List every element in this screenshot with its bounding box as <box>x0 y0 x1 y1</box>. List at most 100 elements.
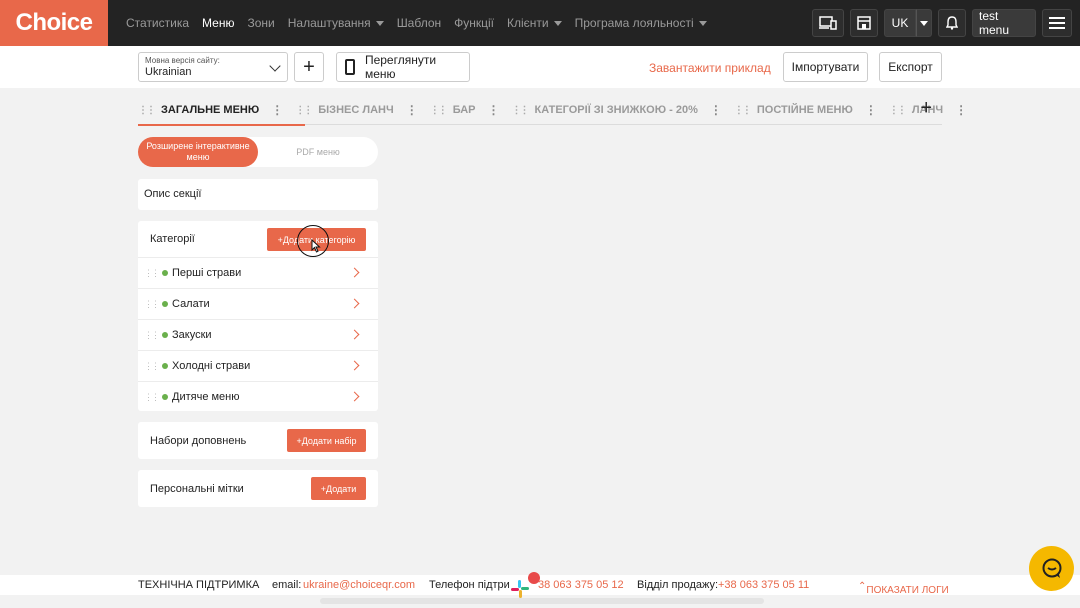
drag-handle-icon[interactable]: ⋮⋮ <box>144 361 160 372</box>
nav-item-statistics[interactable]: Статистика <box>126 16 189 30</box>
tab-label: ЗАГАЛЬНЕ МЕНЮ <box>161 104 260 116</box>
category-row[interactable]: ⋮⋮ Дитяче меню <box>138 381 378 412</box>
drag-handle-icon[interactable]: ⋮⋮ <box>144 299 160 310</box>
nav-item-clients[interactable]: Клієнти <box>507 16 562 30</box>
chevron-right-icon[interactable] <box>349 329 360 340</box>
more-icon[interactable]: ⋮ <box>865 103 877 117</box>
tab-discount-categories[interactable]: ⋮⋮ КАТЕГОРІЇ ЗІ ЗНИЖКОЮ - 20% ⋮ <box>511 96 733 125</box>
drag-handle-icon[interactable]: ⋮⋮ <box>138 105 156 116</box>
nav-item-settings[interactable]: Налаштування <box>288 16 384 30</box>
menu-mode-toggle[interactable]: Розширене інтерактивне меню PDF меню <box>138 137 378 167</box>
chat-widget-button[interactable] <box>1029 546 1074 591</box>
nav-item-functions[interactable]: Функції <box>454 16 494 30</box>
more-icon[interactable]: ⋮ <box>406 103 418 117</box>
view-menu-label: Переглянути меню <box>364 53 437 81</box>
notifications-button[interactable] <box>938 9 966 37</box>
section-description-field[interactable]: Опис секції <box>138 179 378 210</box>
drag-handle-icon[interactable]: ⋮⋮ <box>144 330 160 341</box>
categories-panel: Категорії +Додати категорію ⋮⋮ Перші стра… <box>138 221 378 411</box>
more-icon[interactable]: ⋮ <box>710 103 722 117</box>
chevron-right-icon[interactable] <box>349 267 360 278</box>
support-title: ТЕХНІЧНА ПІДТРИМКА <box>138 579 260 591</box>
support-footer: ТЕХНІЧНА ПІДТРИМКА email: ukraine@choice… <box>0 575 1080 596</box>
personal-tags-title: Персональні мітки <box>150 482 244 495</box>
category-name: Салати <box>172 298 210 310</box>
drag-handle-icon[interactable]: ⋮⋮ <box>144 392 160 403</box>
tab-general-menu[interactable]: ⋮⋮ ЗАГАЛЬНЕ МЕНЮ ⋮ <box>138 96 306 126</box>
site-language-select[interactable]: Мовна версія сайту: Ukrainian <box>138 52 288 82</box>
sales-label: Відділ продажу: <box>637 579 719 591</box>
category-row[interactable]: ⋮⋮ Закуски <box>138 319 378 350</box>
tab-label: БАР <box>452 104 476 116</box>
categories-title: Категорії <box>150 233 195 245</box>
addon-sets-panel: Набори доповнень +Додати набір <box>138 422 378 459</box>
more-icon[interactable]: ⋮ <box>271 103 283 117</box>
drag-handle-icon[interactable]: ⋮⋮ <box>889 105 907 116</box>
show-logs-button[interactable]: ⌃ ПОКАЗАТИ ЛОГИ <box>858 581 949 596</box>
language-code[interactable]: UK <box>884 9 916 37</box>
chat-icon <box>1042 558 1061 578</box>
mouse-pointer-icon <box>311 239 321 253</box>
chevron-right-icon[interactable] <box>349 298 360 309</box>
nav-label: Клієнти <box>507 16 549 30</box>
sales-phone-link[interactable]: +38 063 375 05 11 <box>718 579 809 591</box>
drag-handle-icon[interactable]: ⋮⋮ <box>295 105 313 116</box>
nav-label: Статистика <box>126 16 190 30</box>
store-icon <box>857 16 871 30</box>
category-row[interactable]: ⋮⋮ Перші страви <box>138 257 378 288</box>
email-label: email: <box>272 579 302 591</box>
main-nav: Статистика Меню Зони Налаштування Шаблон… <box>126 16 707 30</box>
import-button[interactable]: Імпортувати <box>783 52 868 82</box>
nav-label: Функції <box>454 16 495 30</box>
nav-label: Налаштування <box>287 16 371 30</box>
category-row[interactable]: ⋮⋮ Холодні страви <box>138 350 378 381</box>
category-row[interactable]: ⋮⋮ Салати <box>138 288 378 319</box>
phone-label: Телефон підтри <box>429 579 510 591</box>
add-tab-button[interactable]: + <box>920 97 932 120</box>
more-icon[interactable]: ⋮ <box>487 103 499 117</box>
nav-item-menu[interactable]: Меню <box>202 16 234 30</box>
drag-handle-icon[interactable]: ⋮⋮ <box>511 105 529 116</box>
add-tag-button[interactable]: +Додати <box>311 477 366 500</box>
tab-permanent-menu[interactable]: ⋮⋮ ПОСТІЙНЕ МЕНЮ ⋮ <box>734 96 889 125</box>
mode-pdf-option[interactable]: PDF меню <box>258 137 378 167</box>
tab-business-lunch[interactable]: ⋮⋮ БІЗНЕС ЛАНЧ ⋮ <box>295 96 429 125</box>
logo[interactable]: Choice <box>0 0 108 46</box>
mode-interactive-option[interactable]: Розширене інтерактивне меню <box>138 137 258 167</box>
nav-item-loyalty[interactable]: Програма лояльності <box>575 16 707 30</box>
download-sample-link[interactable]: Завантажити приклад <box>649 61 771 75</box>
tab-bar[interactable]: ⋮⋮ БАР ⋮ <box>430 96 512 125</box>
nav-item-template[interactable]: Шаблон <box>397 16 441 30</box>
view-menu-button[interactable]: Переглянути меню <box>336 52 470 82</box>
status-dot-icon <box>162 394 168 400</box>
language-switcher[interactable]: UK <box>884 9 932 37</box>
chevron-right-icon[interactable] <box>349 391 360 402</box>
nav-item-zones[interactable]: Зони <box>247 16 274 30</box>
tab-label: ПОСТІЙНЕ МЕНЮ <box>756 104 853 116</box>
drag-handle-icon[interactable]: ⋮⋮ <box>430 105 448 116</box>
support-email-link[interactable]: ukraine@choiceqr.com <box>303 579 415 591</box>
drag-handle-icon[interactable]: ⋮⋮ <box>144 268 160 279</box>
tab-lunch[interactable]: ⋮⋮ ЛАНЧ ⋮ <box>889 96 979 125</box>
menu-toolbar: Мовна версія сайту: Ukrainian + Переглян… <box>0 46 1080 88</box>
caret-down-icon <box>375 20 384 26</box>
chevron-right-icon[interactable] <box>349 360 360 371</box>
caret-down-icon <box>553 20 562 26</box>
nav-label: Програма лояльності <box>574 16 694 30</box>
plus-icon: + <box>303 55 315 78</box>
devices-button[interactable] <box>812 9 844 37</box>
status-dot-icon <box>162 301 168 307</box>
add-language-button[interactable]: + <box>294 52 324 82</box>
slack-icon[interactable] <box>510 579 530 599</box>
support-phone-link[interactable]: 38 063 375 05 12 <box>538 579 624 591</box>
drag-handle-icon[interactable]: ⋮⋮ <box>734 105 752 116</box>
store-button[interactable] <box>850 9 878 37</box>
export-button[interactable]: Експорт <box>879 52 942 82</box>
tab-label: БІЗНЕС ЛАНЧ <box>318 104 394 116</box>
menu-name-button[interactable]: test menu <box>972 9 1036 37</box>
more-icon[interactable]: ⋮ <box>955 103 967 117</box>
language-dropdown-button[interactable] <box>916 9 932 37</box>
add-addon-set-button[interactable]: +Додати набір <box>287 429 366 452</box>
hamburger-button[interactable] <box>1042 9 1072 37</box>
hamburger-icon <box>1049 17 1065 29</box>
